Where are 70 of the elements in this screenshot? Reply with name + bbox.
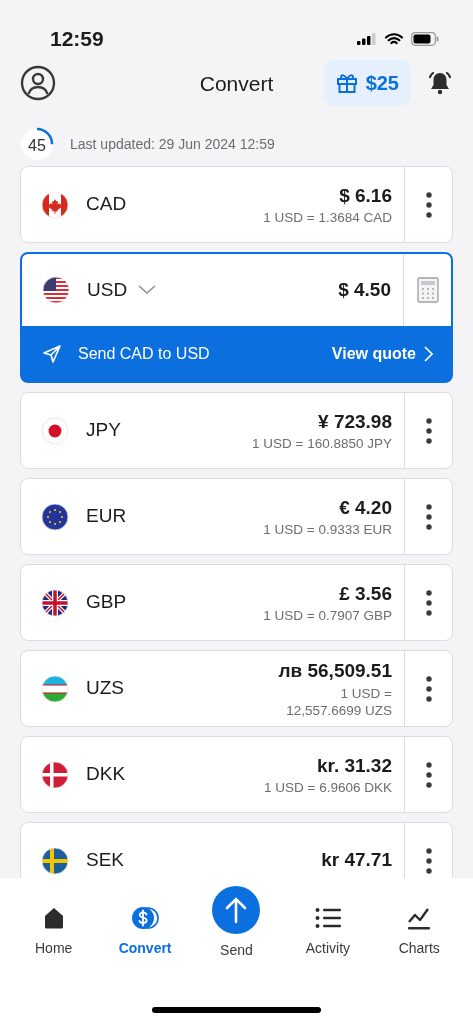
dollar-coin-icon	[131, 906, 160, 930]
list-icon	[314, 907, 341, 929]
more-options-icon[interactable]	[424, 502, 433, 531]
reward-button[interactable]: $25	[323, 60, 411, 106]
amount-value: лв 56,509.51	[278, 659, 392, 684]
view-quote-button[interactable]: View quote	[331, 341, 433, 366]
currency-code: DKK	[86, 762, 126, 787]
currency-card[interactable]: CAD $ 6.16 1 USD = 1.3684 CAD	[20, 166, 453, 243]
more-options-icon[interactable]	[424, 588, 433, 617]
status-time: 12:59	[50, 26, 104, 53]
currency-card[interactable]: GBP £ 3.56 1 USD = 0.7907 GBP	[20, 564, 453, 641]
amount-value[interactable]: $ 4.50	[338, 275, 391, 305]
signal-icon	[357, 33, 377, 45]
amount-value: $ 6.16	[338, 183, 392, 208]
flag-icon	[41, 416, 69, 445]
more-options-icon[interactable]	[424, 760, 433, 789]
exchange-rate: 1 USD = 0.7907 GBP	[263, 608, 392, 626]
profile-icon[interactable]	[20, 65, 56, 101]
arrow-up-icon	[224, 896, 249, 924]
page-title: Convert	[199, 71, 274, 97]
line-chart-icon	[407, 906, 432, 930]
flag-icon	[42, 276, 70, 304]
currency-card[interactable]: EUR € 4.20 1 USD = 0.9333 EUR	[20, 478, 453, 555]
currency-code: SEK	[86, 848, 125, 873]
currency-code: USD	[87, 277, 128, 302]
nav-tab[interactable]: Convert	[105, 886, 186, 959]
more-options-icon[interactable]	[424, 190, 433, 219]
send-icon	[42, 343, 62, 364]
exchange-rate: 1 USD = 12,557.6699 UZS	[285, 685, 392, 720]
gift-icon	[335, 72, 358, 94]
chevron-right-icon	[424, 345, 433, 362]
flag-icon	[41, 846, 69, 875]
flag-icon	[41, 190, 69, 219]
flag-icon	[41, 588, 69, 617]
more-options-icon[interactable]	[424, 416, 433, 445]
currency-code: GBP	[86, 590, 127, 615]
exchange-rate: 1 USD = 0.9333 EUR	[263, 522, 392, 540]
flag-icon	[41, 502, 69, 531]
currency-code: JPY	[86, 418, 121, 443]
currency-card[interactable]: SEK kr 47.71	[20, 822, 453, 878]
nav-tab[interactable]: Home	[13, 886, 94, 959]
amount-value: kr 47.71	[321, 848, 392, 873]
amount-value: € 4.20	[338, 495, 392, 520]
currency-code: EUR	[86, 504, 127, 529]
last-updated-text: Last updated: 29 Jun 2024 12:59	[70, 134, 275, 154]
wifi-icon	[385, 32, 403, 46]
currency-card[interactable]: DKK kr. 31.32 1 USD = 6.9606 DKK	[20, 736, 453, 813]
exchange-rate: 1 USD = 160.8850 JPY	[252, 436, 392, 454]
more-options-icon[interactable]	[424, 674, 433, 703]
currency-card[interactable]: USD $ 4.50 Send CAD to USD View quote	[20, 252, 453, 383]
battery-icon	[411, 32, 439, 46]
nav-tab[interactable]: Send	[196, 886, 277, 961]
send-label: Send CAD to USD	[78, 343, 210, 364]
amount-value: £ 3.56	[338, 581, 392, 606]
countdown-timer: 45	[20, 127, 54, 161]
amount-value: kr. 31.32	[315, 753, 392, 778]
exchange-rate: 1 USD = 1.3684 CAD	[263, 210, 392, 228]
currency-card[interactable]: JPY ¥ 723.98 1 USD = 160.8850 JPY	[20, 392, 453, 469]
currency-code: CAD	[86, 192, 127, 217]
flag-icon	[41, 674, 69, 703]
currency-code: UZS	[86, 676, 124, 701]
bell-icon[interactable]	[427, 70, 453, 96]
chevron-down-icon[interactable]	[138, 285, 157, 295]
nav-tab[interactable]: Activity	[287, 886, 368, 959]
more-options-icon[interactable]	[424, 846, 433, 875]
exchange-rate: 1 USD = 6.9606 DKK	[264, 780, 392, 798]
currency-card[interactable]: UZS лв 56,509.51 1 USD = 12,557.6699 UZS	[20, 650, 453, 727]
amount-value: ¥ 723.98	[317, 409, 392, 434]
flag-icon	[41, 760, 69, 789]
nav-tab[interactable]: Charts	[379, 886, 460, 959]
